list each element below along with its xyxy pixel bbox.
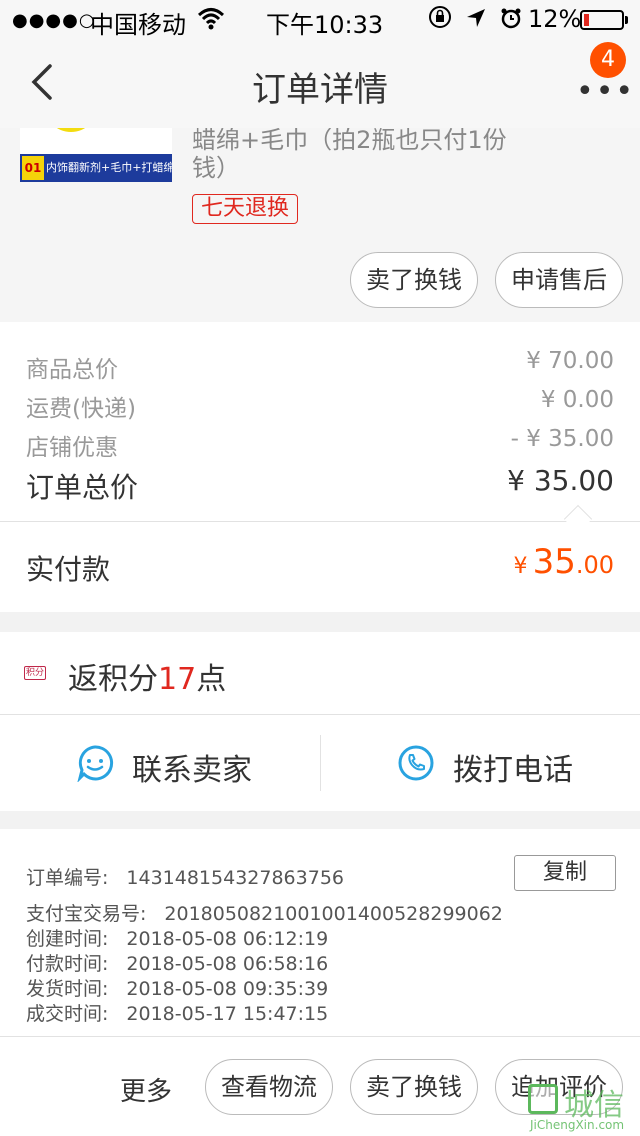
completed-time-row: 成交时间: 2018-05-17 15:47:15: [26, 999, 328, 1026]
goods-total-label: 商品总价: [26, 357, 118, 383]
orientation-lock-icon: [429, 6, 451, 28]
call-phone-label: 拨打电话: [453, 753, 573, 788]
shop-discount-value: - ¥ 35.00: [510, 426, 614, 452]
carrier-name: 中国移动: [90, 11, 186, 39]
seven-day-return-tag: 七天退换: [192, 194, 299, 224]
clock: 下午10:33: [266, 11, 384, 39]
paid-decimal: .00: [575, 551, 614, 579]
watermark-logo-icon: [528, 1084, 558, 1114]
contact-seller-button[interactable]: 联系卖家: [0, 715, 320, 811]
amount-paid-value: ¥ 35.00: [513, 542, 614, 582]
sell-for-cash-button[interactable]: 卖了换钱: [350, 252, 478, 308]
signal-strength-icon: ●●●●○: [12, 10, 96, 31]
battery-percent: 12%: [528, 5, 582, 33]
order-info: 订单编号: 143148154327863756 复制 支付宝交易号: 201805…: [0, 829, 640, 1036]
view-logistics-button[interactable]: 查看物流: [205, 1059, 333, 1115]
shop-discount-label: 店铺优惠: [26, 435, 118, 461]
shipped-time-value: 2018-05-08 09:35:39: [126, 978, 329, 1000]
points-icon: 积分: [24, 666, 47, 680]
shipped-time-row: 发货时间: 2018-05-08 09:35:39: [26, 974, 328, 1001]
amount-paid-label: 实付款: [26, 553, 111, 586]
points-reward-row: 积分 返积分17点: [0, 632, 640, 714]
alipay-trade-row: 支付宝交易号: 2018050821001001400528299062: [26, 899, 503, 926]
battery-tip: [625, 16, 628, 24]
site-watermark: 城信 JiChengXin.com: [524, 1080, 640, 1136]
battery-icon: [580, 10, 624, 30]
paid-time-label: 付款时间:: [26, 953, 109, 975]
location-arrow-icon: [467, 9, 485, 27]
paid-time-value: 2018-05-08 06:58:16: [126, 953, 329, 975]
copy-button[interactable]: 复制: [514, 855, 616, 891]
divider: [0, 521, 640, 522]
created-time-row: 创建时间: 2018-05-08 06:12:19: [26, 924, 328, 951]
order-number-row: 订单编号: 143148154327863756: [26, 863, 344, 890]
product-title[interactable]: 蜡绵+毛巾（拍2瓶也只付1份钱）: [192, 128, 522, 182]
points-value: 17: [158, 662, 197, 697]
status-icons: [428, 5, 522, 32]
call-phone-button[interactable]: 拨打电话: [321, 715, 640, 811]
alipay-trade-value: 2018050821001001400528299062: [164, 903, 503, 925]
points-text: 返积分17点: [68, 654, 226, 698]
created-time-value: 2018-05-08 06:12:19: [126, 928, 329, 950]
order-total-value: ¥ 35.00: [507, 464, 614, 497]
status-bar: ●●●●○ 中国移动 下午10:33 12%: [0, 0, 640, 40]
chat-face-icon: [77, 745, 114, 782]
completed-time-label: 成交时间:: [26, 1003, 109, 1025]
alipay-trade-label: 支付宝交易号:: [26, 903, 147, 925]
points-prefix: 返积分: [68, 662, 158, 697]
sell-for-cash-bottom-button[interactable]: 卖了换钱: [350, 1059, 478, 1115]
more-actions-label[interactable]: 更多: [120, 1071, 172, 1108]
phone-icon: [398, 745, 434, 781]
watermark-url: JiChengXin.com: [530, 1118, 625, 1132]
order-number-label: 订单编号:: [26, 867, 109, 889]
page-title: 订单详情: [252, 70, 388, 110]
paid-integer: 35: [532, 542, 576, 582]
shipping-label: 运费(快递): [26, 396, 136, 422]
divider-notch: [563, 504, 593, 534]
completed-time-value: 2018-05-17 15:47:15: [126, 1003, 329, 1025]
points-suffix: 点: [196, 662, 227, 697]
wifi-icon: [197, 8, 225, 30]
contact-seller-label: 联系卖家: [132, 753, 252, 788]
shipping-value: ¥ 0.00: [540, 387, 614, 413]
paid-time-row: 付款时间: 2018-05-08 06:58:16: [26, 949, 328, 976]
price-summary: 商品总价 ¥ 70.00 运费(快递) ¥ 0.00 店铺优惠 - ¥ 35.0…: [0, 322, 640, 612]
created-time-label: 创建时间:: [26, 928, 109, 950]
order-number-value: 143148154327863756: [126, 867, 344, 889]
shipped-time-label: 发货时间:: [26, 978, 109, 1000]
more-menu-icon[interactable]: •••: [576, 74, 635, 109]
apply-after-sales-button[interactable]: 申请售后: [495, 252, 623, 308]
order-total-label: 订单总价: [26, 471, 139, 504]
paid-currency: ¥: [513, 554, 528, 579]
thumbnail-number-badge: 01: [22, 156, 44, 180]
alarm-clock-icon: [501, 8, 521, 29]
contact-bar: 联系卖家 拨打电话: [0, 715, 640, 811]
product-thumbnail[interactable]: 试 内饰翻新剂+毛巾+打蜡绵 01: [20, 128, 172, 182]
navigation-bar: 订单详情 ••• 4: [0, 40, 640, 128]
goods-total-value: ¥ 70.00: [526, 348, 614, 374]
notification-badge: 4: [590, 42, 626, 78]
product-item[interactable]: 试 内饰翻新剂+毛巾+打蜡绵 01 蜡绵+毛巾（拍2瓶也只付1份钱） 七天退换 …: [0, 128, 640, 322]
